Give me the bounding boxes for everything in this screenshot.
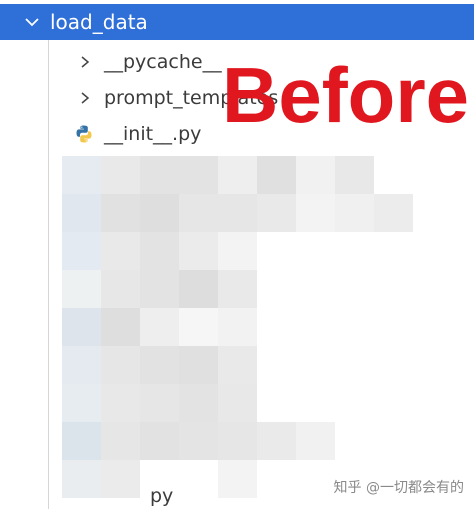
mosaic-tile <box>179 232 218 270</box>
mosaic-tile <box>257 384 296 422</box>
mosaic-tile <box>179 194 218 232</box>
mosaic-tile <box>101 232 140 270</box>
mosaic-tile <box>140 384 179 422</box>
mosaic-tile <box>296 156 335 194</box>
mosaic-tile <box>218 384 257 422</box>
mosaic-tile <box>296 194 335 232</box>
mosaic-tile <box>257 194 296 232</box>
mosaic-tile <box>179 156 218 194</box>
mosaic-tile <box>101 270 140 308</box>
mosaic-tile <box>335 156 374 194</box>
chevron-down-icon[interactable] <box>24 14 40 30</box>
mosaic-tile <box>218 422 257 460</box>
mosaic-tile <box>218 194 257 232</box>
mosaic-tile <box>296 422 335 460</box>
mosaic-tile <box>101 346 140 384</box>
mosaic-tile <box>179 384 218 422</box>
mosaic-tile <box>62 270 101 308</box>
tree-item-load-data-folder[interactable]: load_data <box>0 4 474 40</box>
mosaic-tile <box>257 346 296 384</box>
mosaic-tile <box>296 232 335 270</box>
mosaic-tile <box>140 232 179 270</box>
mosaic-tile <box>140 194 179 232</box>
watermark: 知乎 @一切都会有的 <box>333 480 464 496</box>
mosaic-tile <box>179 460 218 498</box>
mosaic-tile <box>179 270 218 308</box>
mosaic-tile <box>140 422 179 460</box>
mosaic-tile <box>101 384 140 422</box>
mosaic-tile <box>62 156 101 194</box>
mosaic-tile <box>101 460 140 498</box>
mosaic-tile <box>335 232 374 270</box>
mosaic-tile <box>218 232 257 270</box>
mosaic-tile <box>257 232 296 270</box>
mosaic-tile <box>335 422 374 460</box>
chevron-right-icon[interactable] <box>79 56 91 68</box>
mosaic-tile <box>179 346 218 384</box>
before-overlay-title: Before <box>222 51 470 139</box>
mosaic-tile <box>257 422 296 460</box>
mosaic-tile <box>140 270 179 308</box>
mosaic-tile <box>101 156 140 194</box>
mosaic-tile <box>218 308 257 346</box>
mosaic-tile <box>62 308 101 346</box>
tree-item-label: __pycache__ <box>104 51 222 73</box>
partial-file-label: py <box>150 485 174 507</box>
python-file-icon <box>76 125 92 143</box>
mosaic-tile <box>257 308 296 346</box>
mosaic-tile <box>62 346 101 384</box>
mosaic-tile <box>140 308 179 346</box>
mosaic-tile <box>62 460 101 498</box>
mosaic-tile <box>218 346 257 384</box>
mosaic-tile <box>218 460 257 498</box>
mosaic-tile <box>257 460 296 498</box>
mosaic-tile <box>335 194 374 232</box>
mosaic-tile <box>101 308 140 346</box>
mosaic-tile <box>62 194 101 232</box>
mosaic-tile <box>257 270 296 308</box>
mosaic-tile <box>101 194 140 232</box>
mosaic-tile <box>140 346 179 384</box>
mosaic-tile <box>140 156 179 194</box>
mosaic-tile <box>374 194 413 232</box>
tree-item-label: __init__.py <box>104 123 202 145</box>
chevron-right-icon[interactable] <box>79 92 91 104</box>
mosaic-tile <box>101 422 140 460</box>
mosaic-tile <box>257 156 296 194</box>
mosaic-tile <box>218 270 257 308</box>
tree-item-label: load_data <box>50 10 148 34</box>
mosaic-tile <box>62 232 101 270</box>
mosaic-tile <box>179 422 218 460</box>
mosaic-tile <box>62 384 101 422</box>
mosaic-tile <box>62 422 101 460</box>
mosaic-tile <box>179 308 218 346</box>
mosaic-tile <box>218 156 257 194</box>
